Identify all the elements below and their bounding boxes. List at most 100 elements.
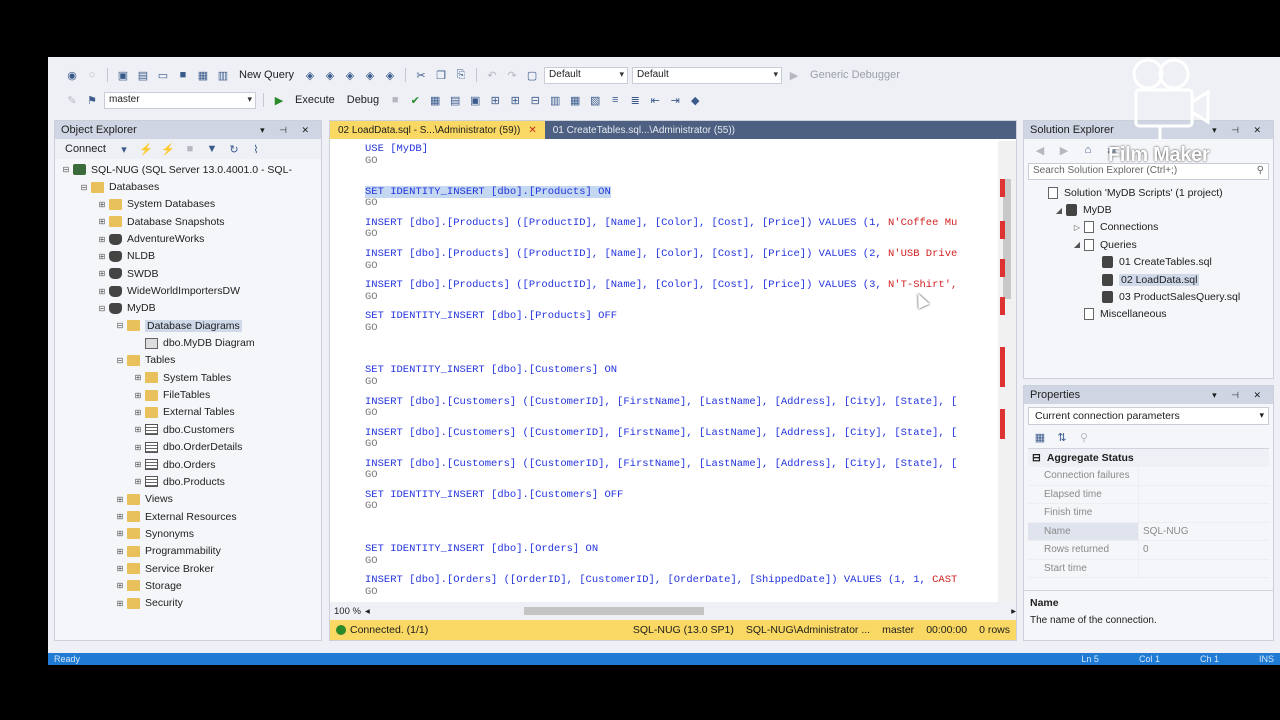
expand-icon[interactable]: ⊞ xyxy=(133,373,143,382)
tree-item[interactable]: ⊟ Database Diagrams xyxy=(55,317,321,334)
horizontal-scrollbar[interactable] xyxy=(374,606,1008,616)
execute-icon[interactable]: ▶ xyxy=(271,92,287,108)
tree-item[interactable]: ⊞ WideWorldImportersDW xyxy=(55,282,321,299)
property-category[interactable]: ⊟ Aggregate Status xyxy=(1028,449,1269,467)
solution-item[interactable]: Solution 'MyDB Scripts' (1 project) xyxy=(1024,184,1273,201)
results-text-icon[interactable]: ▥ xyxy=(547,92,563,108)
expand-icon[interactable]: ⊞ xyxy=(115,547,125,556)
property-row[interactable]: Elapsed time xyxy=(1028,485,1269,504)
expand-icon[interactable]: ⊞ xyxy=(133,477,143,486)
uncomment-icon[interactable]: ≣ xyxy=(627,92,643,108)
property-row[interactable]: Connection failures xyxy=(1028,467,1269,486)
solution-item[interactable]: ◢ Queries xyxy=(1024,236,1273,253)
expand-icon[interactable]: ⊞ xyxy=(115,599,125,608)
execute-button[interactable]: Execute xyxy=(291,94,339,106)
debugger-icon[interactable]: ▶ xyxy=(786,67,802,83)
tree-item[interactable]: ⊞ dbo.Orders xyxy=(55,456,321,473)
live-stats-icon[interactable]: ⊞ xyxy=(507,92,523,108)
tree-item[interactable]: ⊞ dbo.Products xyxy=(55,473,321,490)
home-icon[interactable]: ⌂ xyxy=(1080,142,1096,158)
activity-monitor-icon[interactable]: ⌇ xyxy=(248,141,264,157)
tree-item[interactable]: ⊞ Service Broker xyxy=(55,560,321,577)
save-icon[interactable]: ■ xyxy=(175,67,191,83)
property-row[interactable]: Rows returned 0 xyxy=(1028,541,1269,560)
filter-icon[interactable]: ▼ xyxy=(204,141,220,157)
document-tab[interactable]: 02 LoadData.sql - S...\Administrator (59… xyxy=(330,121,545,139)
new-project-icon[interactable]: ▣ xyxy=(115,67,131,83)
expand-icon[interactable]: ⊞ xyxy=(115,512,125,521)
tree-item[interactable]: ⊟ Databases xyxy=(55,178,321,195)
expand-icon[interactable]: ⊞ xyxy=(97,287,107,296)
specify-values-icon[interactable]: ◆ xyxy=(687,92,703,108)
alphabetical-icon[interactable]: ⇅ xyxy=(1054,429,1070,445)
tree-item[interactable]: ⊞ Views xyxy=(55,491,321,508)
new-file-icon[interactable]: ▤ xyxy=(135,67,151,83)
tree-item[interactable]: ⊞ System Tables xyxy=(55,369,321,386)
solution-item[interactable]: ◢ MyDB xyxy=(1024,201,1273,218)
search-icon[interactable]: ⚲ xyxy=(1257,165,1264,178)
property-row[interactable]: Start time xyxy=(1028,559,1269,578)
expand-icon[interactable]: ⊞ xyxy=(133,460,143,469)
query-analysis-icon[interactable]: ◈ xyxy=(322,67,338,83)
solution-platform-select[interactable]: Default xyxy=(632,66,783,84)
categorized-icon[interactable]: ▦ xyxy=(1032,429,1048,445)
back-icon[interactable]: ◉ xyxy=(64,67,80,83)
tree-item[interactable]: ⊟ Tables xyxy=(55,352,321,369)
expand-icon[interactable]: ⊞ xyxy=(97,252,107,261)
disconnect-icon[interactable]: ⚡ xyxy=(160,141,176,157)
tree-item[interactable]: ⊞ dbo.OrderDetails xyxy=(55,439,321,456)
back-icon[interactable]: ◀ xyxy=(1032,142,1048,158)
document-tab[interactable]: 01 CreateTables.sql...\Administrator (55… xyxy=(545,121,743,139)
tree-item[interactable]: ⊞ SWDB xyxy=(55,265,321,282)
horizontal-scrollbar-thumb[interactable] xyxy=(523,607,704,615)
solution-item[interactable]: 01 CreateTables.sql xyxy=(1024,254,1273,271)
scrollbar-thumb[interactable] xyxy=(1003,179,1011,299)
expand-icon[interactable]: ⊞ xyxy=(97,269,107,278)
estimated-plan-icon[interactable]: ▦ xyxy=(427,92,443,108)
tree-item[interactable]: ⊟ MyDB xyxy=(55,300,321,317)
vertical-scrollbar[interactable] xyxy=(998,141,1016,602)
property-row[interactable]: Finish time xyxy=(1028,504,1269,523)
solution-item[interactable]: ▷ Connections xyxy=(1024,219,1273,236)
debugger-select[interactable]: Generic Debugger xyxy=(806,69,904,81)
solution-item[interactable]: Miscellaneous xyxy=(1024,306,1273,323)
expand-icon[interactable]: ⊞ xyxy=(97,217,107,226)
collapse-icon[interactable]: ⊟ xyxy=(61,165,71,174)
debug-button[interactable]: Debug xyxy=(343,94,383,106)
tree-item[interactable]: ⊞ dbo.Customers xyxy=(55,421,321,438)
results-file-icon[interactable]: ▧ xyxy=(587,92,603,108)
parse-icon[interactable]: ✔ xyxy=(407,92,423,108)
tree-item[interactable]: ⊞ System Databases xyxy=(55,196,321,213)
stop-icon[interactable]: ■ xyxy=(182,141,198,157)
forward-icon[interactable]: ○ xyxy=(84,67,100,83)
tree-item[interactable]: ⊞ FileTables xyxy=(55,386,321,403)
collapse-icon[interactable]: ⊟ xyxy=(115,356,125,365)
tree-item[interactable]: ⊞ Security xyxy=(55,595,321,612)
expand-icon[interactable]: ⊞ xyxy=(97,200,107,209)
increase-indent-icon[interactable]: ⇥ xyxy=(667,92,683,108)
query-dmx-icon[interactable]: ◈ xyxy=(362,67,378,83)
expander-icon[interactable]: ▷ xyxy=(1072,223,1082,232)
zoom-select[interactable]: 100 % xyxy=(334,606,361,617)
window-icon[interactable]: ▢ xyxy=(524,67,540,83)
save-all-icon[interactable]: ▦ xyxy=(195,67,211,83)
property-pages-icon[interactable]: ⚲ xyxy=(1076,429,1092,445)
query-xmla-icon[interactable]: ◈ xyxy=(382,67,398,83)
open-icon[interactable]: ▭ xyxy=(155,67,171,83)
expand-icon[interactable]: ⊞ xyxy=(133,408,143,417)
paste-icon[interactable]: ⎘ xyxy=(453,67,469,83)
copy-icon[interactable]: ❐ xyxy=(433,67,449,83)
tree-item[interactable]: ⊞ External Resources xyxy=(55,508,321,525)
expander-icon[interactable]: ◢ xyxy=(1072,240,1082,249)
refresh-icon[interactable]: ↻ xyxy=(226,141,242,157)
client-stats-icon[interactable]: ⊟ xyxy=(527,92,543,108)
expand-icon[interactable]: ⊞ xyxy=(115,564,125,573)
expand-icon[interactable]: ⊞ xyxy=(115,581,125,590)
scroll-right-icon[interactable]: ▸ xyxy=(1011,606,1016,617)
include-plan-icon[interactable]: ⊞ xyxy=(487,92,503,108)
connect-icon[interactable]: ✎ xyxy=(64,92,80,108)
solution-item[interactable]: 03 ProductSalesQuery.sql xyxy=(1024,288,1273,305)
tree-item[interactable]: dbo.MyDB Diagram xyxy=(55,334,321,351)
undo-icon[interactable]: ↶ xyxy=(484,67,500,83)
collapse-icon[interactable]: ⊟ xyxy=(115,321,125,330)
